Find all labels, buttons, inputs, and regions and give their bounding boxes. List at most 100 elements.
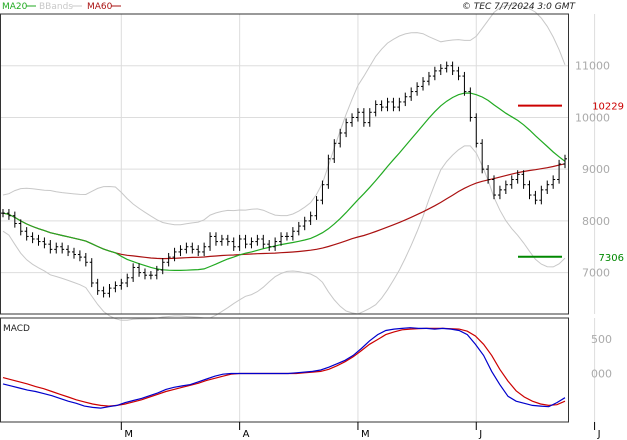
price-bar-40 — [237, 234, 242, 251]
month-label-0: M — [124, 429, 133, 440]
price-bar-31 — [184, 242, 189, 254]
price-bar-49 — [290, 227, 295, 241]
price-bar-86 — [509, 175, 514, 189]
price-bar-29 — [172, 247, 177, 262]
price-bar-12 — [71, 247, 76, 259]
price-bar-64 — [379, 100, 384, 112]
marker-label-1: 7306 — [599, 253, 624, 264]
price-bar-51 — [302, 216, 307, 231]
macd-lines — [2, 327, 566, 409]
price-bar-13 — [77, 250, 82, 262]
price-bar-69 — [409, 87, 414, 101]
price-bar-21 — [125, 273, 130, 288]
price-bar-28 — [166, 252, 171, 267]
price-bar-63 — [373, 100, 378, 117]
price-bar-68 — [403, 92, 408, 107]
price-tick-label-1: 8000 — [582, 215, 610, 228]
price-bar-5 — [30, 232, 35, 244]
price-bar-30 — [178, 245, 183, 257]
price-bar-46 — [273, 237, 278, 251]
price-bar-11 — [66, 245, 71, 257]
price-bar-0 — [1, 209, 5, 218]
price-bar-34 — [202, 242, 207, 257]
price-bar-42 — [249, 237, 254, 249]
price-bar-95 — [563, 154, 567, 169]
month-label-4: J — [597, 429, 601, 440]
price-bar-84 — [497, 185, 502, 200]
price-bar-6 — [36, 234, 41, 246]
month-label-1: A — [243, 429, 250, 440]
price-bar-73 — [432, 66, 437, 81]
price-panel-frame — [0, 13, 569, 315]
chart-root: 10229 7306 7000 8000 9000 10000 11000 500 000 M A… — [0, 0, 627, 440]
price-bar-32 — [190, 242, 195, 254]
price-bar-50 — [296, 221, 301, 236]
price-bar-16 — [95, 278, 100, 295]
price-bar-9 — [54, 242, 59, 254]
macd-line — [2, 327, 566, 409]
price-bar-14 — [83, 252, 88, 267]
price-tick-label-4: 11000 — [575, 60, 610, 73]
price-bar-44 — [261, 234, 266, 249]
price-bar-24 — [142, 268, 147, 280]
macd-title: MACD — [3, 324, 30, 334]
price-bar-89 — [527, 180, 532, 200]
price-bar-82 — [486, 165, 491, 184]
price-bar-38 — [225, 234, 230, 246]
price-bar-35 — [208, 232, 213, 251]
macd-signal-line — [2, 327, 566, 407]
price-bar-92 — [545, 180, 550, 194]
price-bar-10 — [60, 242, 65, 254]
price-bar-71 — [421, 77, 426, 91]
price-bar-77 — [456, 66, 461, 81]
legend-ma20-label: MA20 — [2, 2, 28, 12]
price-bar-72 — [426, 71, 431, 86]
copyright-text: © TEC 7/7/2024 3:0 GMT — [462, 2, 577, 12]
price-bar-80 — [474, 113, 479, 148]
price-bar-41 — [243, 234, 248, 249]
price-tick-label-2: 9000 — [582, 163, 610, 176]
price-tick-label-3: 10000 — [575, 111, 610, 124]
month-label-3: J — [478, 429, 482, 440]
price-bar-48 — [284, 232, 289, 241]
month-label-2: M — [361, 429, 370, 440]
bband-upper-line — [2, 4, 566, 226]
price-bar-45 — [267, 240, 272, 251]
price-bar-93 — [551, 175, 556, 189]
price-markers: 102297306 — [518, 102, 624, 264]
price-bar-4 — [24, 227, 29, 241]
price-bar-58 — [344, 118, 349, 138]
price-bar-59 — [350, 113, 355, 127]
price-bar-17 — [101, 286, 106, 298]
price-bar-76 — [450, 61, 455, 76]
legend-ma60-label: MA60 — [87, 2, 113, 12]
price-bar-90 — [533, 190, 538, 205]
grid-lines — [0, 14, 596, 422]
price-bar-52 — [308, 211, 313, 226]
price-bar-43 — [255, 234, 260, 246]
price-bar-60 — [355, 108, 360, 122]
price-bar-65 — [385, 97, 390, 112]
price-bar-8 — [48, 240, 53, 254]
price-bar-78 — [462, 71, 467, 96]
price-bar-85 — [503, 180, 508, 194]
price-bar-75 — [444, 61, 449, 73]
price-bar-70 — [415, 82, 420, 96]
price-bar-33 — [196, 245, 201, 257]
price-bar-19 — [113, 281, 118, 293]
macd-tick-label-1: 000 — [591, 367, 612, 380]
price-bar-53 — [314, 196, 319, 220]
bband-lower-line — [2, 145, 566, 321]
price-bar-57 — [338, 128, 343, 148]
price-bar-66 — [391, 97, 396, 112]
price-bar-47 — [279, 232, 284, 246]
price-bar-7 — [42, 237, 47, 249]
legend-bbands-label: BBands — [39, 2, 73, 12]
price-bar-88 — [521, 170, 526, 189]
price-bar-54 — [320, 180, 325, 205]
chart-svg: 102297306 7000800090001000011000500000M A… — [0, 2, 624, 440]
price-bar-2 — [12, 211, 17, 228]
price-bar-36 — [213, 232, 218, 246]
price-bar-23 — [137, 263, 142, 277]
price-bar-67 — [397, 97, 402, 112]
